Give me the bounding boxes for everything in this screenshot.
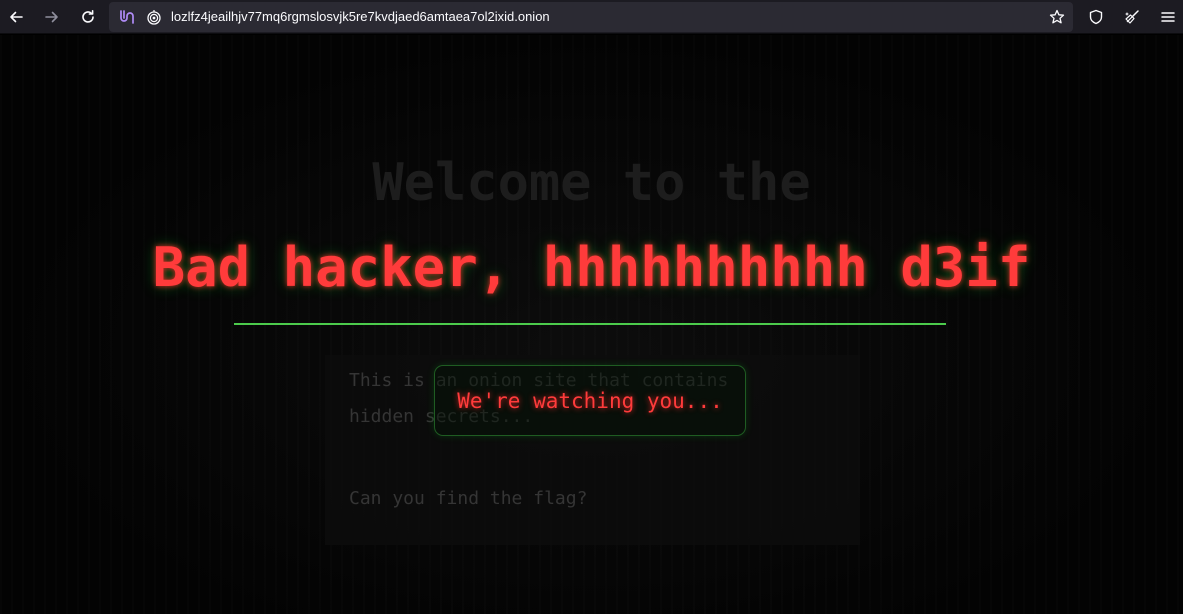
reload-button[interactable] — [74, 3, 102, 31]
green-divider — [234, 323, 946, 325]
broom-icon — [1125, 10, 1139, 24]
bad-hacker-message: Bad hacker, hhhhhhhhhh d3if — [152, 236, 1031, 299]
hamburger-menu-icon — [1161, 12, 1175, 22]
page-viewport: Welcome to the This is an onion site tha… — [0, 35, 1183, 614]
flag-question: Can you find the flag? — [349, 488, 588, 509]
tor-circuit-icon[interactable] — [118, 9, 134, 25]
new-identity-button[interactable] — [1118, 3, 1146, 31]
security-level-button[interactable] — [1082, 3, 1110, 31]
welcome-heading: Welcome to the — [372, 153, 811, 213]
shield-icon — [1089, 9, 1103, 25]
url-bar[interactable]: lozlfz4jeailhjv77mq6rgmslosvjk5re7kvdjae… — [109, 2, 1073, 32]
reload-icon — [82, 10, 94, 23]
browser-toolbar: lozlfz4jeailhjv77mq6rgmslosvjk5re7kvdjae… — [0, 0, 1183, 34]
star-icon — [1049, 9, 1065, 24]
onion-icon[interactable] — [146, 9, 162, 25]
forward-arrow-icon — [45, 11, 58, 23]
bookmark-button[interactable] — [1043, 3, 1071, 31]
app-menu-button[interactable] — [1154, 3, 1182, 31]
url-text[interactable]: lozlfz4jeailhjv77mq6rgmslosvjk5re7kvdjae… — [171, 9, 550, 25]
back-button[interactable] — [2, 3, 30, 31]
watching-popup: We're watching you... — [434, 365, 746, 436]
back-arrow-icon — [10, 11, 23, 23]
forward-button[interactable] — [38, 3, 66, 31]
watching-message: We're watching you... — [457, 388, 723, 413]
